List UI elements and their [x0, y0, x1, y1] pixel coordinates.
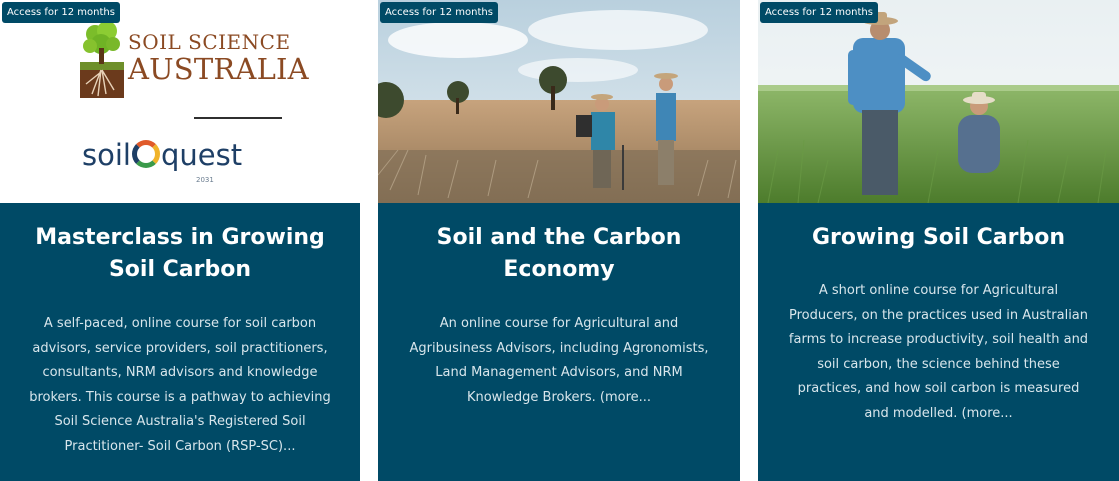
soilquest-logo: soil quest	[82, 138, 243, 172]
course-title[interactable]: Masterclass in Growing Soil Carbon	[10, 222, 350, 286]
course-card-growing-soil-carbon[interactable]: Access for 12 months Growing Soil Carbon…	[758, 0, 1119, 481]
paddock-photo	[378, 0, 740, 203]
logo-divider	[194, 117, 282, 119]
course-card-soil-carbon-economy[interactable]: Access for 12 months Soil and the Carbon…	[378, 0, 740, 481]
course-image-crop-field[interactable]	[758, 0, 1119, 203]
course-image-paddock[interactable]	[378, 0, 740, 203]
course-description: A self-paced, online course for soil car…	[29, 316, 331, 454]
course-image-logos[interactable]: SOIL SCIENCE AUSTRALIA soil quest 2031	[0, 0, 360, 203]
course-title[interactable]: Growing Soil Carbon	[768, 222, 1109, 254]
course-card-masterclass[interactable]: SOIL SCIENCE AUSTRALIA soil quest 2031 Ac…	[0, 0, 360, 481]
course-title[interactable]: Soil and the Carbon Economy	[388, 222, 730, 286]
soil-science-logo-line1: SOIL SCIENCE	[128, 30, 291, 54]
tree-roots-icon	[80, 21, 124, 98]
access-badge: Access for 12 months	[760, 2, 878, 23]
course-description: An online course for Agricultural and Ag…	[409, 316, 709, 405]
course-description: A short online course for Agricultural P…	[788, 283, 1089, 421]
soilquest-year: 2031	[196, 176, 214, 184]
soil-science-logo-line2: AUSTRALIA	[128, 52, 309, 86]
access-badge: Access for 12 months	[380, 2, 498, 23]
soilquest-ring-icon	[131, 140, 160, 168]
crop-field-photo	[758, 0, 1119, 203]
access-badge: Access for 12 months	[2, 2, 120, 23]
